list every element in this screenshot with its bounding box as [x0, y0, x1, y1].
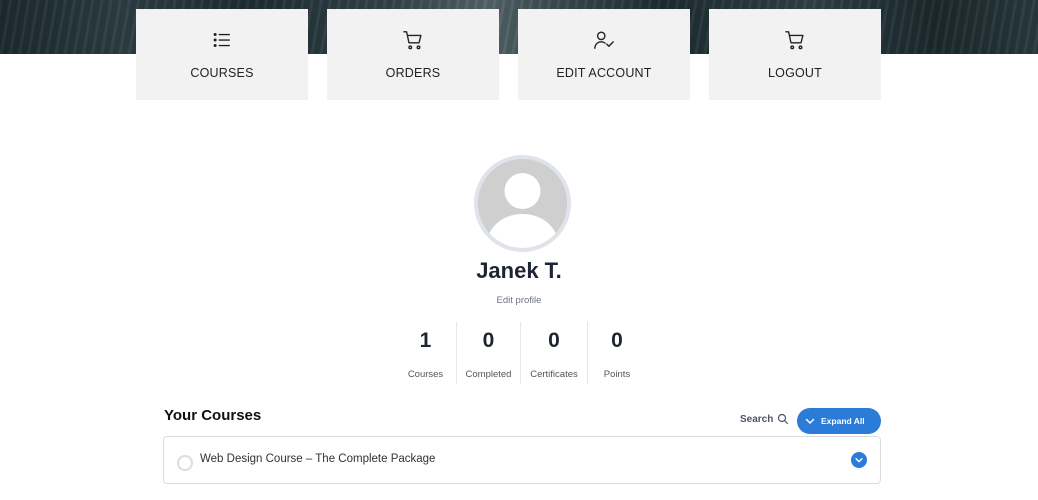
user-silhouette-icon: [478, 159, 567, 248]
stat-value: 0: [611, 329, 623, 352]
edit-profile-link[interactable]: Edit profile: [0, 295, 1038, 306]
nav-tile-label: EDIT ACCOUNT: [556, 66, 652, 80]
stat-courses: 1 Courses: [395, 322, 456, 384]
stat-label: Courses: [407, 369, 444, 380]
expand-all-label: Expand All: [821, 416, 865, 426]
nav-tile-courses[interactable]: COURSES: [136, 9, 308, 100]
stat-label: Points: [603, 369, 631, 380]
stat-certificates: 0 Certificates: [521, 322, 587, 384]
nav-tile-label: ORDERS: [385, 66, 441, 80]
nav-tile-orders[interactable]: ORDERS: [327, 9, 499, 100]
nav-tile-edit-account[interactable]: EDIT ACCOUNT: [518, 9, 690, 100]
expand-all-button[interactable]: Expand All: [797, 408, 881, 434]
stat-label: Certificates: [530, 369, 578, 380]
list-icon: [213, 32, 231, 48]
chevron-down-icon: [805, 418, 815, 424]
avatar: [474, 155, 571, 252]
search-label: Search: [740, 413, 774, 425]
your-courses-heading: Your Courses: [164, 407, 262, 424]
nav-tile-logout[interactable]: LOGOUT: [709, 9, 881, 100]
stat-value: 0: [548, 329, 560, 352]
course-status-icon: [177, 455, 193, 471]
course-expand-toggle[interactable]: [851, 452, 867, 468]
account-nav: COURSES ORDERS EDIT ACCOUNT LOGOUT: [136, 9, 881, 100]
course-search-button[interactable]: Search: [740, 413, 789, 425]
nav-tile-label: COURSES: [190, 66, 254, 80]
stat-label: Completed: [465, 369, 512, 380]
course-title[interactable]: Web Design Course – The Complete Package: [200, 453, 435, 465]
nav-tile-label: LOGOUT: [768, 66, 822, 80]
cart-icon: [785, 31, 804, 50]
course-list-item[interactable]: Web Design Course – The Complete Package: [163, 436, 881, 484]
search-icon: [778, 413, 789, 425]
chevron-down-icon: [855, 458, 863, 463]
stat-value: 0: [482, 329, 495, 352]
user-check-icon: [594, 31, 614, 49]
cart-icon: [403, 31, 422, 50]
stat-points: 0 Points: [588, 322, 646, 384]
stat-value: 1: [419, 329, 432, 352]
user-name: Janek T.: [476, 258, 562, 283]
stat-completed: 0 Completed: [457, 322, 520, 384]
